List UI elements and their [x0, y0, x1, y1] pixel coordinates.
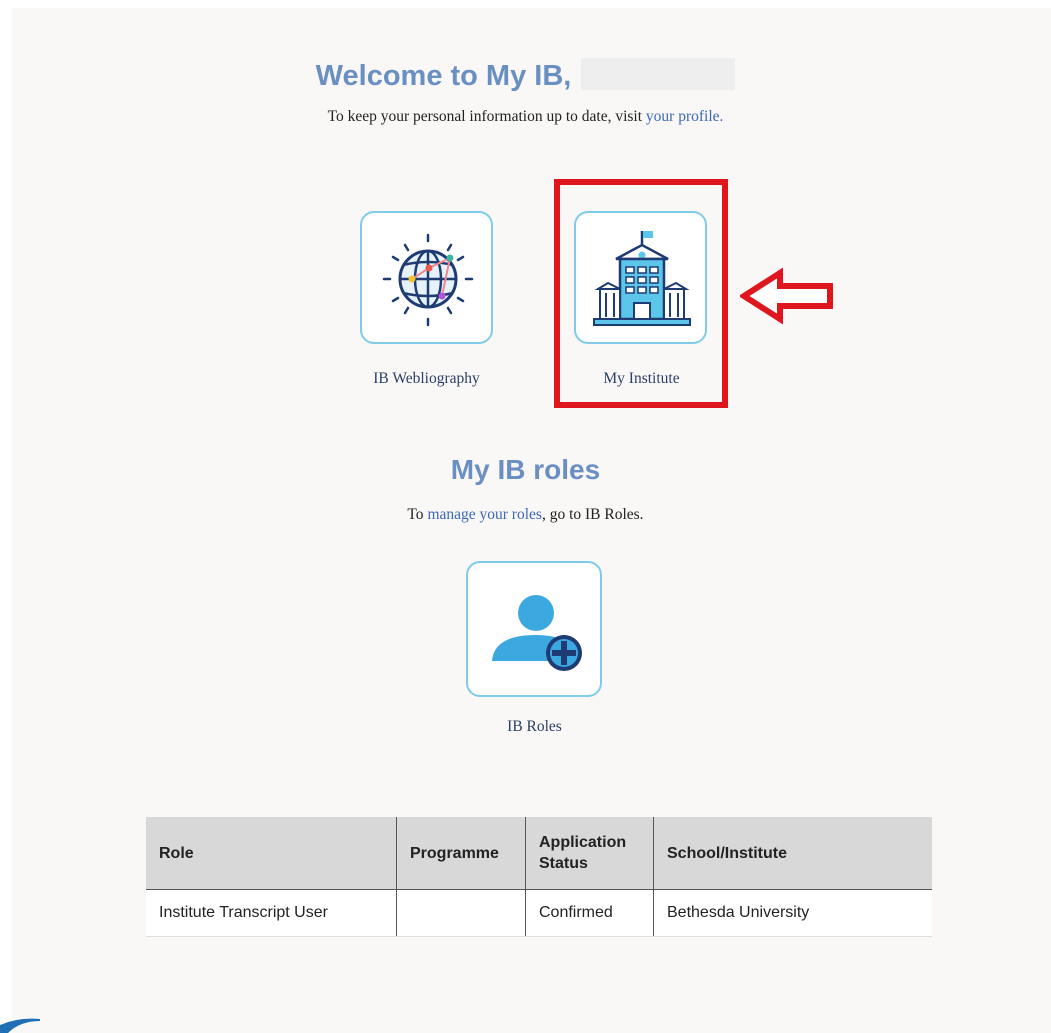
red-arrow-left-icon [740, 267, 833, 325]
table-row: Institute Transcript User Confirmed Beth… [146, 889, 932, 937]
welcome-title: Welcome to My IB, [315, 60, 572, 92]
globe-network-icon [382, 233, 474, 327]
cell-institute: Bethesda University [653, 889, 932, 937]
roles-subtitle: To manage your roles, go to IB Roles. [0, 506, 1051, 524]
roles-heading: My IB roles [450, 454, 601, 485]
roles-sub-suffix: , go to IB Roles. [541, 506, 644, 523]
welcome-subtitle: To keep your personal information up to … [0, 108, 1051, 126]
redacted-username [581, 58, 736, 90]
webliography-tile[interactable] [360, 211, 493, 344]
cell-role: Institute Transcript User [146, 889, 397, 937]
webliography-label[interactable]: IB Webliography [330, 370, 523, 388]
header-role: Role [146, 817, 397, 890]
header-school-institute: School/Institute [653, 817, 932, 890]
roles-sub-prefix: To [407, 506, 424, 523]
highlight-box [554, 179, 728, 408]
add-user-icon [492, 595, 582, 671]
roles-table: Role Programme Application Status School… [146, 817, 932, 937]
table-header-row: Role Programme Application Status School… [146, 817, 932, 890]
profile-link[interactable]: your profile. [646, 108, 723, 125]
cell-status: Confirmed [525, 889, 654, 937]
cell-programme [396, 889, 526, 937]
welcome-subtitle-text: To keep your personal information up to … [327, 108, 643, 125]
manage-roles-link[interactable]: manage your roles [427, 506, 542, 523]
ib-roles-label[interactable]: IB Roles [438, 718, 631, 736]
corner-logo-icon [0, 1018, 40, 1033]
header-application-status: Application Status [525, 817, 654, 890]
header-programme: Programme [396, 817, 526, 890]
welcome-heading: Welcome to My IB, [0, 58, 1051, 93]
ib-roles-tile[interactable] [466, 561, 602, 697]
